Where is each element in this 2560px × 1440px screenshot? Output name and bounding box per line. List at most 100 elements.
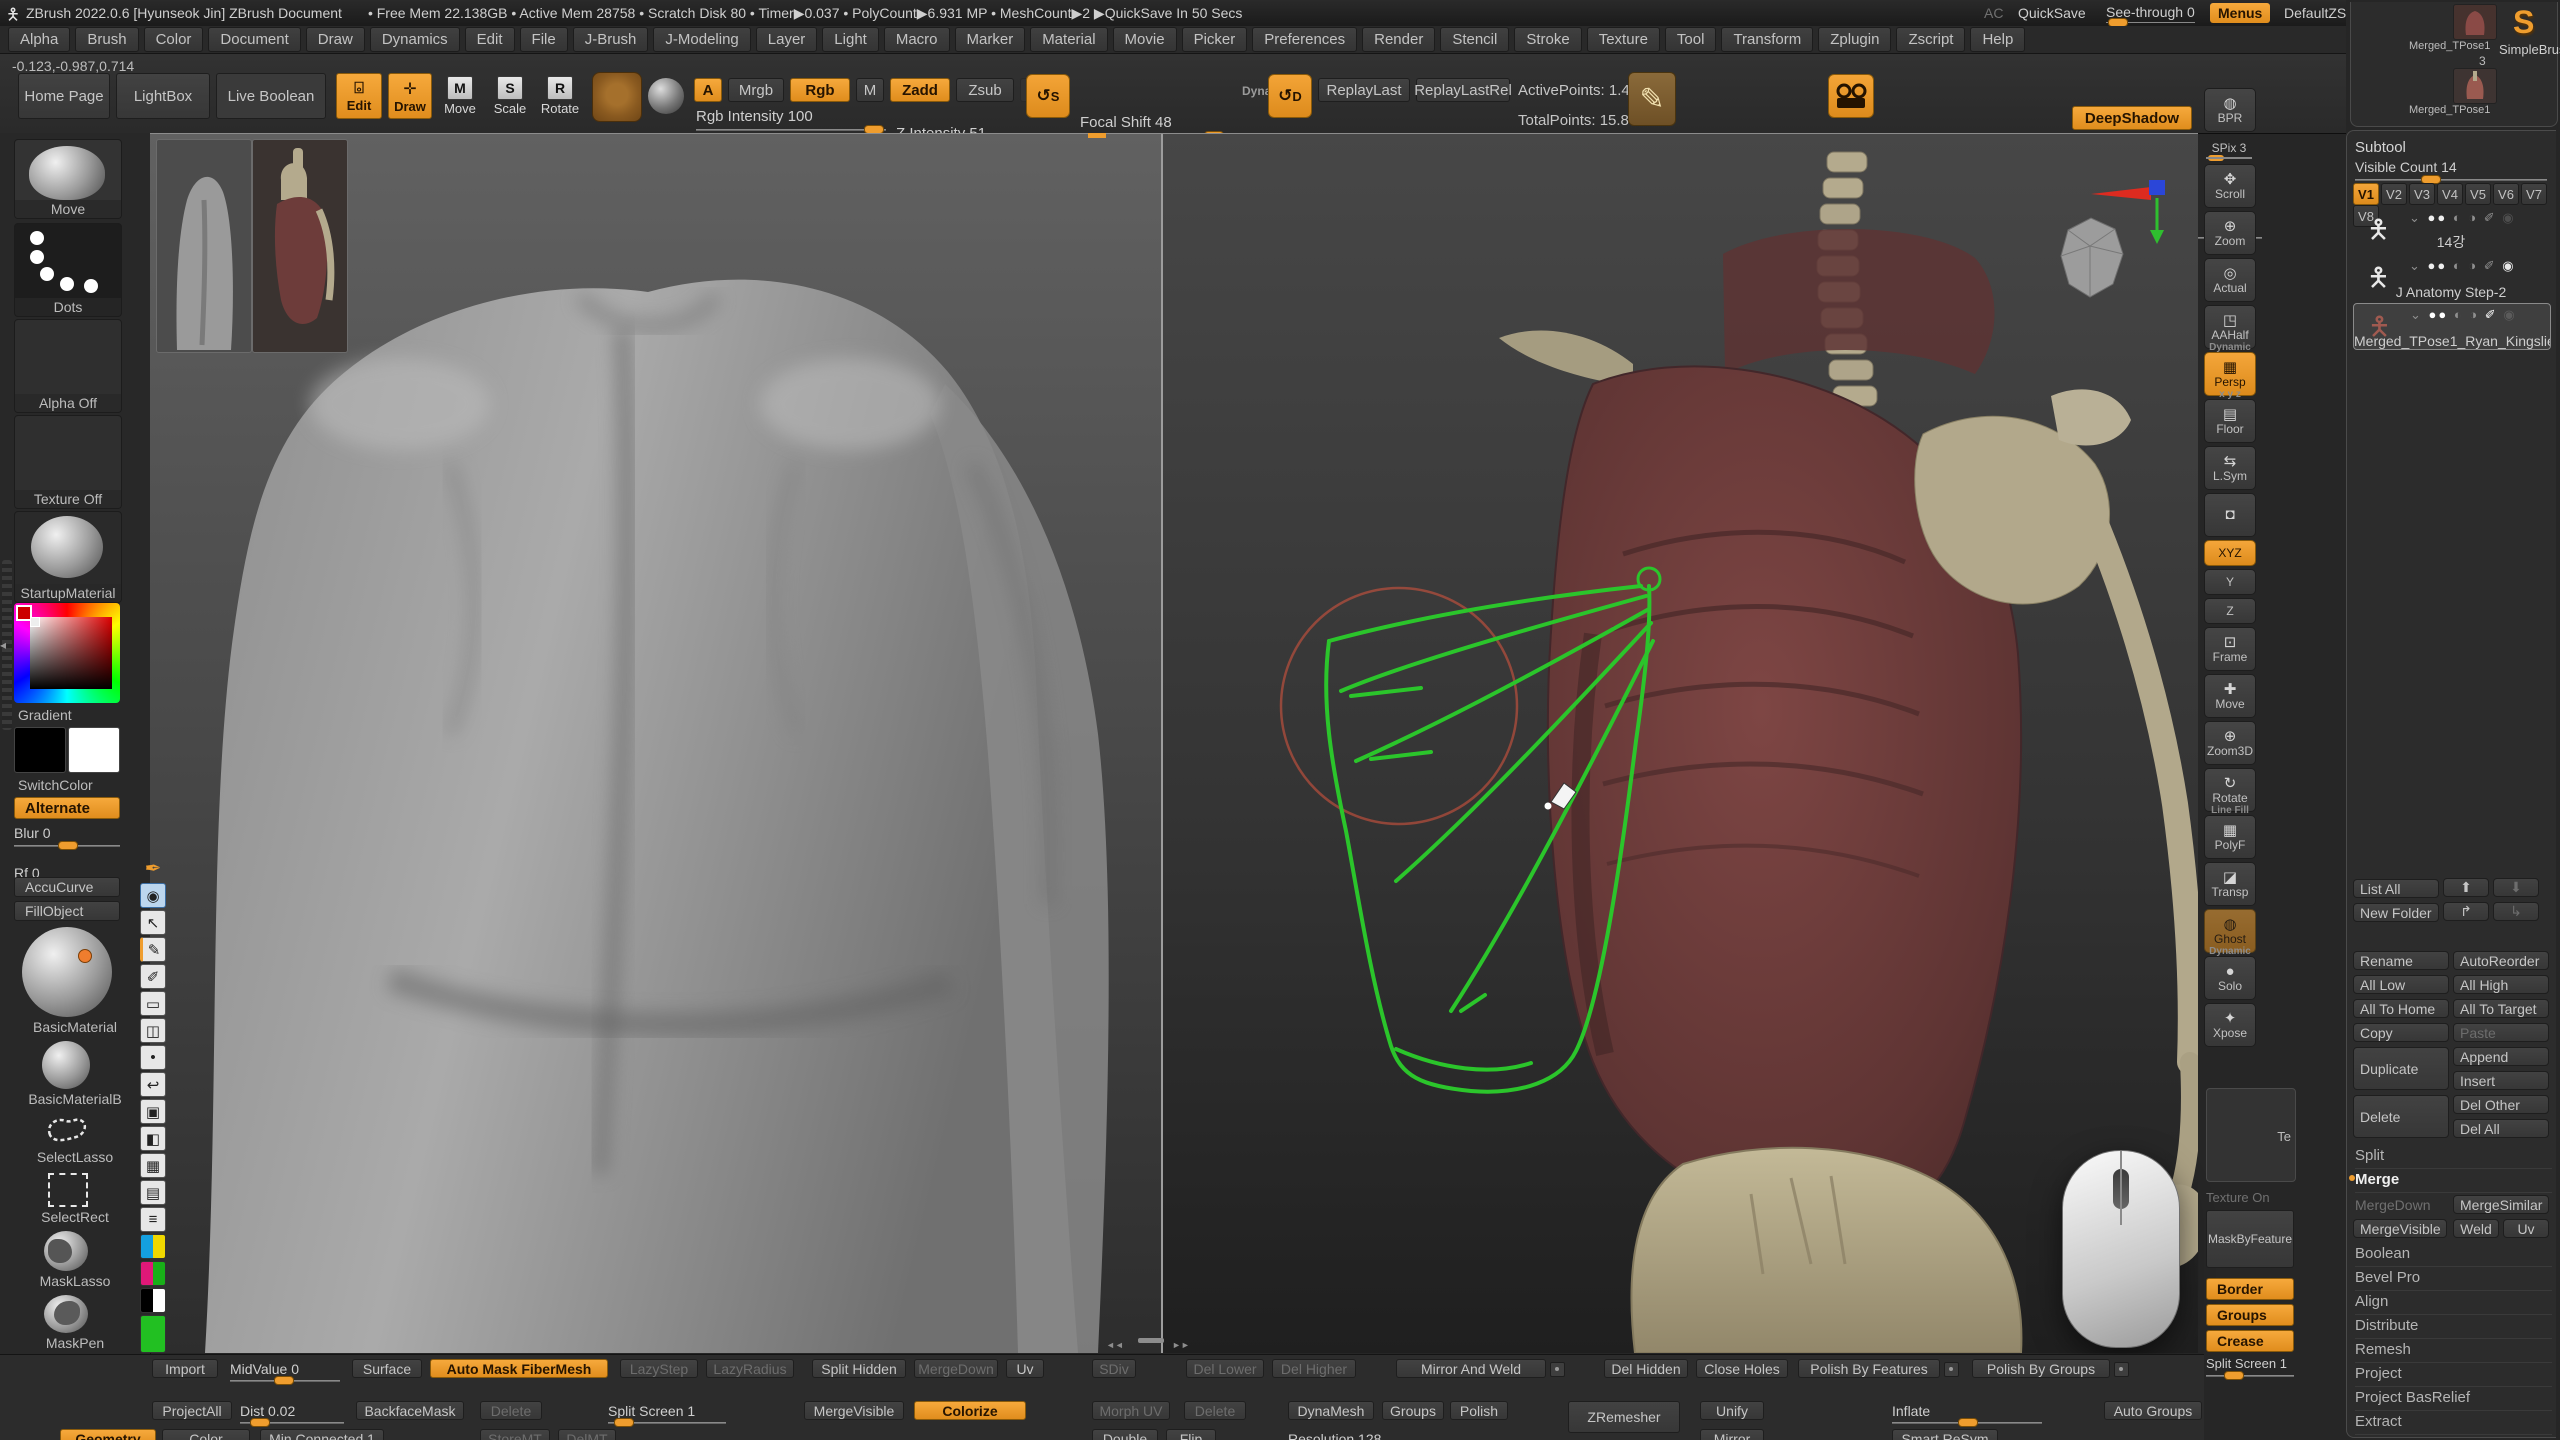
current-stroke-thumbnail[interactable]: Dots [14,223,122,317]
import-button[interactable]: Import [152,1359,218,1378]
secondary-color-swatch[interactable] [68,727,120,773]
main-color-swatch[interactable] [14,727,66,773]
tool-thumbnail-2[interactable] [2453,68,2497,104]
menu-item[interactable]: Edit [465,27,515,52]
eraser-icon[interactable]: ▭ [140,991,166,1016]
move-to-folder-button[interactable]: ↱ [2443,902,2489,921]
tab-v7[interactable]: V7 [2521,183,2547,205]
uv-button[interactable]: Uv [2503,1219,2549,1238]
menu-item[interactable]: File [520,27,568,52]
live-boolean-button[interactable]: Live Boolean [216,73,326,119]
delete-button-row2a[interactable]: Delete [480,1401,542,1420]
zadd-button[interactable]: Zadd [890,78,950,102]
tab-v4[interactable]: V4 [2437,183,2463,205]
delmt-button[interactable]: DelMT [558,1429,616,1440]
solo-button[interactable]: Dynamic ● Solo [2204,956,2256,1000]
backfacemask-button[interactable]: BackfaceMask [356,1401,464,1420]
mirror-and-weld-axis-toggle[interactable] [1550,1362,1565,1377]
del-other-button[interactable]: Del Other [2453,1095,2549,1114]
menu-item[interactable]: Stroke [1514,27,1581,52]
auto-mask-fibermesh-button[interactable]: Auto Mask FiberMesh [430,1359,608,1378]
colorize-button[interactable]: Colorize [914,1401,1026,1420]
move-mode-button[interactable]: MMove [438,76,482,116]
alternate-button[interactable]: Alternate [14,797,120,819]
split-screen-divider[interactable] [1161,134,1163,1353]
current-material-thumbnail[interactable]: StartupMaterial [14,511,122,603]
surface-button[interactable]: Surface [352,1359,422,1378]
swatch-green[interactable] [140,1315,166,1353]
fillobject-button[interactable]: FillObject [14,901,120,921]
reference-thumbnail-sculpt[interactable] [156,139,252,353]
all-to-home-button[interactable]: All To Home [2353,999,2449,1018]
insert-button[interactable]: Insert [2453,1071,2549,1090]
rotate-z-button[interactable]: Z [2204,598,2256,624]
merge-similar-button[interactable]: MergeSimilar [2453,1195,2549,1214]
simplebrush-label[interactable]: SimpleBrush [2499,42,2560,57]
mrgb-button[interactable]: Mrgb [728,78,784,102]
zoom3d-button[interactable]: ⊕ Zoom3D [2204,721,2256,765]
copy-button[interactable]: Copy [2353,1023,2449,1042]
swatch-black-white[interactable] [140,1288,166,1313]
pencil-tool-icon[interactable]: ✎ [1628,72,1676,126]
basic-material-b-thumbnail[interactable] [42,1041,90,1089]
midvalue-slider[interactable]: MidValue 0 [230,1361,340,1379]
switch-color-button[interactable]: SwitchColor [0,777,168,793]
dynamesh-groups-button[interactable]: Groups [1382,1401,1444,1420]
menu-item[interactable]: Texture [1587,27,1660,52]
dynamic-mode-icon[interactable]: ↺D [1268,74,1312,118]
weld-button[interactable]: Weld [2453,1219,2499,1238]
current-texture-thumbnail[interactable] [648,78,684,114]
transp-button[interactable]: ◪ Transp [2204,862,2256,906]
double-button[interactable]: Double [1092,1429,1158,1440]
subtool-title[interactable]: Subtool [2355,139,2406,156]
groups-button[interactable]: Groups [2206,1304,2294,1326]
menu-item[interactable]: Material [1030,27,1107,52]
timeline-handle[interactable] [1138,1338,1164,1343]
color-tab[interactable]: Color [162,1429,250,1440]
focal-shift-slider[interactable]: Focal Shift 48 [1080,114,1230,131]
zsub-button[interactable]: Zsub [956,78,1014,102]
timeline-prev-icon[interactable]: ◄◄ [1106,1340,1124,1350]
subtool-item-selected[interactable]: 🯅 ⌄ ●● ◐ ◑ ✐ ◉ Merged_TPose1_Ryan_Kingsl… [2353,303,2551,350]
zoom-button[interactable]: ⊕ Zoom [2204,211,2256,255]
local-pivot-button[interactable]: ◘ [2204,493,2256,537]
distribute-section[interactable]: Distribute [2355,1317,2552,1339]
select-rect-icon[interactable] [48,1173,88,1207]
visible-count-slider[interactable]: Visible Count 14 [2355,159,2547,175]
del-higher-button[interactable]: Del Higher [1272,1359,1356,1378]
image-icon[interactable]: ▦ [140,1153,166,1178]
resolution-slider[interactable]: Resolution 128 [1288,1431,1438,1440]
actual-button[interactable]: ◎ Actual [2204,258,2256,302]
swatch-magenta-green[interactable] [140,1261,166,1286]
remesh-section[interactable]: Remesh [2355,1341,2552,1363]
texture-on-label[interactable]: Texture On [2206,1190,2270,1205]
delete-button[interactable]: Delete [2353,1095,2449,1138]
menu-item[interactable]: Render [1362,27,1435,52]
all-high-button[interactable]: All High [2453,975,2549,994]
mask-by-feature-button[interactable]: MaskByFeature [2206,1210,2294,1268]
split-section[interactable]: Split [2355,1147,2552,1169]
geometry-tab[interactable]: Geometry [60,1429,156,1440]
m-button[interactable]: M [856,78,884,102]
boolean-section[interactable]: Boolean [2355,1245,2552,1267]
camera-icon[interactable]: ▤ [140,1180,166,1205]
extract-section[interactable]: Extract [2355,1413,2552,1435]
color-sv-square[interactable] [30,617,112,689]
mergevisible-button-bottom[interactable]: MergeVisible [804,1401,904,1420]
rgb-intensity-slider[interactable]: Rgb Intensity 100 [696,108,886,125]
gradient-label[interactable]: Gradient [0,707,168,723]
current-alpha-thumbnail[interactable] [592,72,642,122]
replay-last-rel-button[interactable]: ReplayLastRel [1416,78,1510,102]
select-lasso-icon[interactable] [42,1113,90,1147]
current-brush-thumbnail[interactable]: Move [14,139,122,219]
menu-item[interactable]: Zscript [1896,27,1965,52]
pen-icon[interactable]: ✎ [140,937,166,962]
scroll-button[interactable]: ✥ Scroll [2204,164,2256,208]
floor-button[interactable]: x y z ▤ Floor [2204,399,2256,443]
close-holes-button[interactable]: Close Holes [1696,1359,1788,1378]
quicksave-button[interactable]: QuickSave [2018,5,2086,21]
del-hidden-button[interactable]: Del Hidden [1604,1359,1688,1378]
sdiv-slider[interactable]: SDiv [1092,1359,1136,1378]
ruler-icon[interactable]: ◫ [140,1018,166,1043]
menu-item[interactable]: Layer [756,27,818,52]
